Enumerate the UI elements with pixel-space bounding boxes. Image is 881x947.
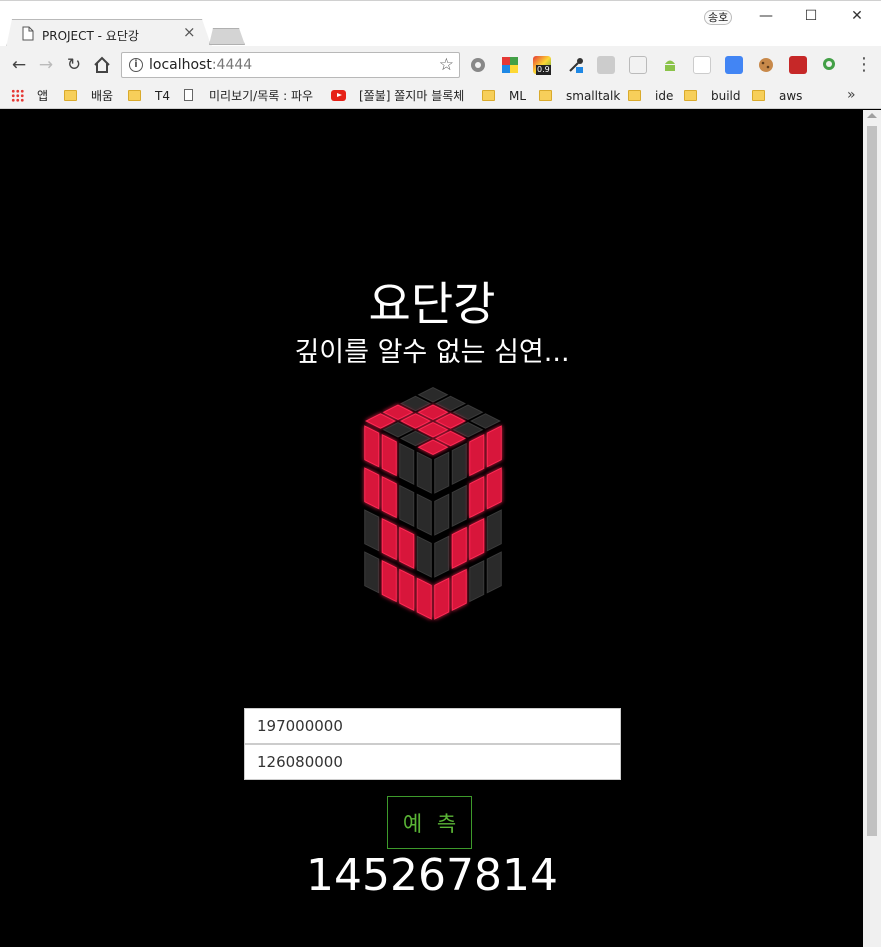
pagespeed-extension-icon[interactable]: 0.9 <box>533 56 551 75</box>
url-port: :4444 <box>211 57 253 73</box>
cube-right-tile <box>469 434 485 477</box>
cube-right-tile <box>451 484 467 527</box>
cube-left-tile <box>364 551 380 594</box>
cube-right-tile <box>434 493 450 536</box>
cube-right-tile <box>469 518 485 561</box>
cube-right-tile <box>434 577 450 620</box>
predict-button[interactable]: 예 측 <box>387 796 472 849</box>
cube-left-tile <box>364 509 380 552</box>
url-host: localhost <box>149 57 212 73</box>
scroll-up-arrow-icon[interactable] <box>867 113 877 118</box>
docs-extension-icon[interactable] <box>693 56 711 74</box>
book-extension-icon[interactable] <box>789 56 807 74</box>
cube-right-tile <box>469 560 485 603</box>
profile-button[interactable]: 송호 <box>704 10 733 25</box>
bookmark-folder[interactable]: ide <box>628 88 673 105</box>
bookmark-folder[interactable]: ML <box>482 88 526 105</box>
cookie-extension-icon[interactable] <box>757 56 775 74</box>
tab-title: PROJECT - 요단강 <box>42 29 139 43</box>
page-viewport: 요단강 깊이를 알수 없는 심연... 예 측 145267814 <box>1 110 863 947</box>
cube-right-tile <box>434 535 450 578</box>
minimize-button[interactable]: — <box>746 5 786 27</box>
cube-left-tile <box>381 434 397 477</box>
folder-icon <box>684 90 697 101</box>
cube-right-tile <box>451 568 467 611</box>
bookmark-folder[interactable]: aws <box>752 88 802 105</box>
android-extension-icon[interactable] <box>661 56 679 74</box>
cube-right-tile <box>486 551 502 594</box>
page-subtitle: 깊이를 알수 없는 심연... <box>294 337 570 368</box>
vertical-scrollbar[interactable] <box>863 110 881 947</box>
folder-icon <box>128 90 141 101</box>
folder-icon <box>539 90 552 101</box>
window-extension-icon[interactable] <box>629 56 647 74</box>
cube-right-tile <box>469 476 485 519</box>
input-field-2[interactable] <box>244 744 621 780</box>
bookmark-folder[interactable]: 배움 <box>64 88 113 105</box>
apps-grid-icon <box>11 89 24 102</box>
document-icon <box>22 26 34 41</box>
cube-right-tile <box>451 526 467 569</box>
tab-strip: PROJECT - 요단강 × 송호 — ☐ ✕ <box>0 0 881 48</box>
green-search-extension-icon[interactable] <box>821 56 839 74</box>
input-field-1[interactable] <box>244 708 621 744</box>
cube-left-tile <box>416 493 432 536</box>
gray-extension-icon[interactable] <box>597 56 615 74</box>
cube-right-tile <box>434 451 450 494</box>
cube-right-tile <box>486 425 502 468</box>
cube-left-tile <box>416 451 432 494</box>
browser-toolbar: ← → ↻ i localhost:4444 ☆ 0.9 ⋮ <box>0 46 881 84</box>
cube-right-tile <box>486 509 502 552</box>
cube-left-tile <box>416 577 432 620</box>
close-window-button[interactable]: ✕ <box>837 5 877 27</box>
bookmark-youtube[interactable]: [쫄불] 쫄지마 블록체 <box>331 88 471 105</box>
scroll-thumb[interactable] <box>867 126 877 836</box>
bookmark-star-icon[interactable]: ☆ <box>439 55 454 75</box>
cube-right-tile <box>451 442 467 485</box>
cube-left-tile <box>364 467 380 510</box>
youtube-icon <box>331 90 346 101</box>
address-bar[interactable]: i localhost:4444 ☆ <box>121 52 460 78</box>
prediction-result: 145267814 <box>306 850 558 901</box>
cube-left-tile <box>381 560 397 603</box>
menu-kebab-icon[interactable]: ⋮ <box>855 54 873 76</box>
maximize-button[interactable]: ☐ <box>791 5 831 27</box>
bookmarks-bar: 앱 배움 T4 미리보기/목록 : 파우 [쫄불] 쫄지마 블록체 ML sma… <box>0 84 881 109</box>
color-picker-extension-icon[interactable] <box>501 56 519 74</box>
folder-icon <box>628 90 641 101</box>
cube-left-tile <box>399 568 415 611</box>
bookmark-page[interactable]: 미리보기/목록 : 파우 <box>184 88 313 105</box>
info-icon[interactable]: i <box>129 58 143 72</box>
reload-icon[interactable]: ↻ <box>63 54 85 76</box>
bookmarks-overflow-button[interactable]: » <box>847 87 856 103</box>
forward-arrow-icon[interactable]: → <box>35 54 57 76</box>
home-icon[interactable] <box>91 54 113 76</box>
cube-right-tile <box>486 467 502 510</box>
bookmark-folder[interactable]: build <box>684 88 741 105</box>
cube-left-tile <box>399 526 415 569</box>
page-title: 요단강 <box>368 277 496 331</box>
folder-icon <box>64 90 77 101</box>
google-translate-extension-icon[interactable] <box>725 56 743 74</box>
cube-left-tile <box>416 535 432 578</box>
bookmark-folder[interactable]: T4 <box>128 88 170 105</box>
eyedropper-extension-icon[interactable] <box>567 56 585 74</box>
cube-left-tile <box>364 425 380 468</box>
folder-icon <box>482 90 495 101</box>
extension-badge: 0.9 <box>536 65 551 75</box>
settings-gear-extension-icon[interactable] <box>469 56 487 74</box>
bookmark-apps[interactable]: 앱 <box>11 88 48 105</box>
folder-icon <box>752 90 765 101</box>
cube-left-tile <box>381 476 397 519</box>
tab-close-icon[interactable]: × <box>183 24 196 40</box>
bookmark-folder[interactable]: smalltalk <box>539 88 620 105</box>
cube-left-tile <box>381 518 397 561</box>
cube-logo-icon <box>364 387 502 620</box>
cube-left-tile <box>399 442 415 485</box>
page-icon <box>184 89 193 101</box>
new-tab-button[interactable] <box>209 28 245 45</box>
back-arrow-icon[interactable]: ← <box>8 54 30 76</box>
cube-left-tile <box>399 484 415 527</box>
